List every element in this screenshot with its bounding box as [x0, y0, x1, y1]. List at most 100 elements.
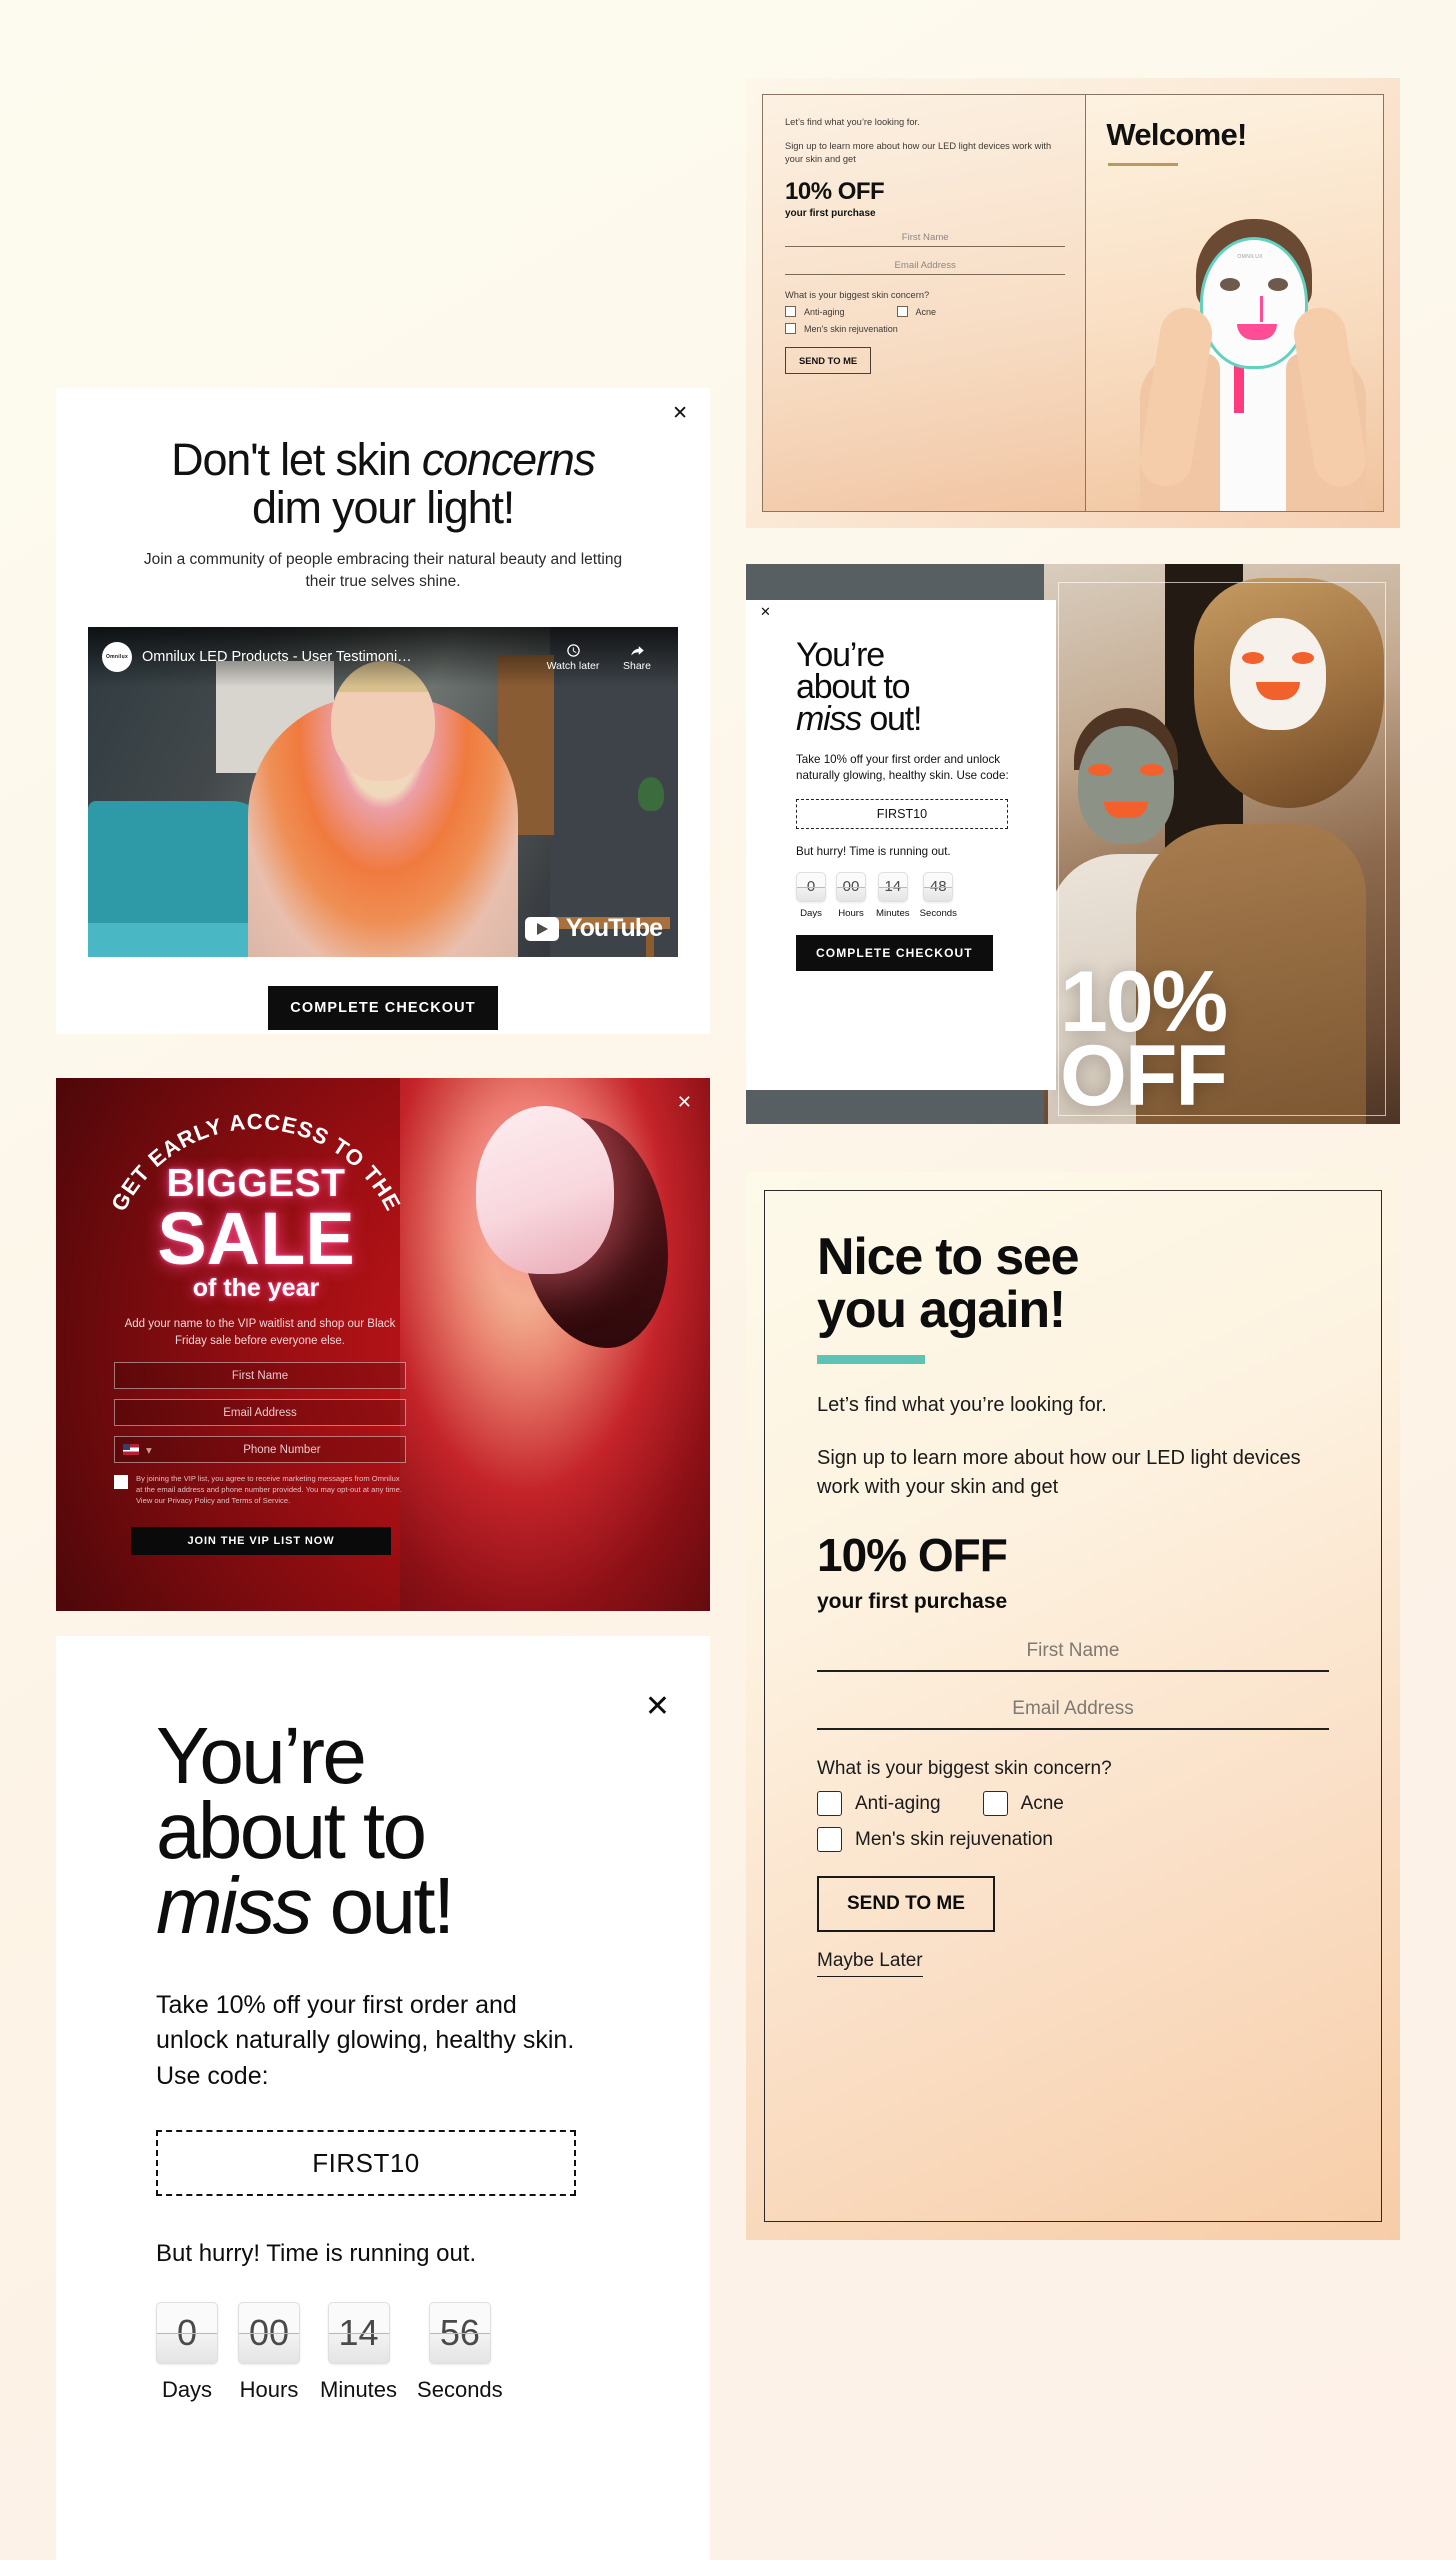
skin-concern-row-2: Men's skin rejuvenation: [817, 1827, 1329, 1853]
label-anti-aging: Anti-aging: [804, 306, 845, 317]
consent-checkbox[interactable]: [114, 1475, 128, 1489]
headline-line-3: out!: [310, 1861, 456, 1951]
label-mens-rejuvenation: Men's skin rejuvenation: [804, 323, 898, 334]
email-input[interactable]: Email Address: [817, 1698, 1329, 1731]
video-top-bar: Omnilux Omnilux LED Products - User Test…: [88, 627, 678, 687]
countdown-timer: 0 Days 00 Hours 14 Minutes 56 Seconds: [156, 2302, 710, 2403]
countdown-value: 00: [238, 2302, 300, 2365]
omnilux-logo: OMNILUX: [1237, 254, 1263, 260]
countdown-label: Hours: [239, 2377, 299, 2403]
mask-eye-right: [1268, 278, 1289, 291]
close-icon[interactable]: ✕: [672, 404, 688, 423]
checkbox-acne[interactable]: [982, 1791, 1008, 1817]
mask-strap: [1234, 361, 1245, 413]
email-input[interactable]: Email Address: [785, 260, 1066, 276]
send-to-me-button[interactable]: SEND TO ME: [785, 347, 872, 375]
watch-later-button[interactable]: Watch later: [546, 643, 600, 672]
close-icon[interactable]: ✕: [645, 1692, 670, 1722]
play-icon: [524, 916, 559, 941]
countdown-label: Seconds: [919, 907, 957, 919]
complete-checkout-button[interactable]: COMPLETE CHECKOUT: [796, 934, 993, 971]
channel-avatar[interactable]: Omnilux: [102, 642, 132, 672]
first-name-input[interactable]: First Name: [785, 232, 1066, 248]
headline-line-1: Nice to see: [817, 1228, 1080, 1286]
close-icon[interactable]: ✕: [677, 1092, 692, 1113]
video-title[interactable]: Omnilux LED Products - User Testimoni…: [142, 649, 536, 665]
accent-underline: [817, 1355, 925, 1365]
promo-code-box[interactable]: FIRST10: [796, 798, 1008, 829]
complete-checkout-button[interactable]: COMPLETE CHECKOUT: [268, 986, 498, 1030]
countdown-value: 14: [327, 2302, 390, 2365]
welcome-popup: Let’s find what you’re looking for. Sign…: [746, 78, 1400, 528]
missout-popup-large: ✕ You’re about to miss out! Take 10% off…: [56, 1636, 710, 2560]
subheading: Join a community of people embracing the…: [143, 551, 623, 591]
skin-concern-question: What is your biggest skin concern?: [817, 1758, 1112, 1780]
welcome-image-pane: Welcome! OMNILUX: [1085, 95, 1383, 511]
countdown-unit: 14 Minutes: [876, 871, 910, 919]
headline-emphasis: miss: [796, 699, 862, 738]
countdown-label: Minutes: [876, 907, 910, 919]
intro-text: Let’s find what you’re looking for.: [785, 117, 920, 127]
send-to-me-button[interactable]: SEND TO ME: [817, 1876, 995, 1933]
countdown-label: Seconds: [417, 2377, 503, 2403]
offer-body-text: Take 10% off your first order and unlock…: [156, 1990, 575, 2090]
skin-concern-row-1: Anti-aging Acne: [817, 1791, 1329, 1817]
maybe-later-link[interactable]: Maybe Later: [817, 1950, 923, 1978]
video-bg-plant: [638, 777, 664, 811]
missout-form-panel: You’re about to miss out! Take 10% off y…: [746, 600, 1056, 1090]
countdown-label: Minutes: [320, 2377, 398, 2403]
checkbox-anti-aging[interactable]: [785, 306, 796, 318]
testimonial-popup: ✕ Don't let skin concerns dim your light…: [56, 388, 710, 1034]
signup-text: Sign up to learn more about how our LED …: [817, 1447, 1301, 1499]
headline-line-2: you again!: [817, 1281, 1066, 1340]
headline-emphasis: concerns: [421, 434, 596, 485]
mask-mouth: [1237, 324, 1278, 340]
discount-headline: 10% OFF: [785, 178, 885, 206]
discount-headline: 10% OFF: [817, 1529, 1008, 1582]
share-arrow-icon: [630, 645, 644, 655]
offer-body-text: Take 10% off your first order and unlock…: [796, 752, 1009, 783]
label-anti-aging: Anti-aging: [855, 1792, 941, 1814]
email-input[interactable]: Email Address: [114, 1399, 406, 1426]
nice-inner-frame: Nice to see you again! Let’s find what y…: [764, 1190, 1382, 2222]
headline-text-a: Don't let skin: [171, 434, 422, 485]
skin-concern-row-1: Anti-aging Acne: [785, 306, 1065, 318]
model-illustration: OMNILUX: [1136, 211, 1371, 511]
vip-sale-popup: ✕ GET EARLY ACCESS TO THE BIGGEST SALE o…: [56, 1078, 710, 1611]
clock-icon: [566, 643, 580, 657]
mask-eye-left: [1220, 278, 1241, 291]
first-name-input[interactable]: First Name: [114, 1362, 406, 1389]
countdown-label: Hours: [838, 907, 864, 919]
headline-line-3: out!: [861, 699, 922, 738]
led-mask-product: OMNILUX: [1200, 237, 1309, 369]
youtube-logo: YouTube: [524, 914, 663, 943]
checkbox-acne[interactable]: [896, 306, 908, 318]
checkbox-anti-aging[interactable]: [817, 1791, 842, 1817]
skin-concern-row-2: Men's skin rejuvenation: [785, 323, 1065, 335]
phone-input[interactable]: ▾ Phone Number: [114, 1436, 406, 1463]
join-vip-list-button[interactable]: JOIN THE VIP LIST NOW: [131, 1527, 391, 1555]
page-title: Don't let skin concerns dim your light!: [90, 436, 676, 531]
urgency-text: But hurry! Time is running out.: [156, 2240, 477, 2268]
promo-code-box[interactable]: FIRST10: [156, 2130, 576, 2197]
countdown-value: 00: [836, 871, 866, 902]
consent-row[interactable]: By joining the VIP list, you agree to re…: [114, 1474, 406, 1506]
share-button[interactable]: Share: [610, 643, 664, 672]
close-icon[interactable]: ✕: [760, 604, 771, 620]
first-name-input[interactable]: First Name: [817, 1640, 1329, 1673]
headline-text-b: dim your light!: [251, 481, 515, 533]
label-mens-rejuvenation: Men's skin rejuvenation: [855, 1828, 1053, 1850]
checkbox-mens-rejuvenation[interactable]: [785, 323, 796, 335]
youtube-video-embed[interactable]: Omnilux Omnilux LED Products - User Test…: [88, 627, 678, 957]
discount-subtext: your first purchase: [785, 208, 876, 220]
us-flag-icon: [123, 1444, 139, 1455]
sale-description: Add your name to the VIP waitlist and sh…: [124, 1318, 396, 1348]
sale-headline-of-the-year: of the year: [192, 1274, 320, 1302]
welcome-form-pane: Let’s find what you’re looking for. Sign…: [763, 95, 1086, 511]
countdown-value: 0: [796, 871, 826, 902]
countdown-timer: 0 Days 00 Hours 14 Minutes 48 Seconds: [796, 871, 1034, 919]
checkbox-mens-rejuvenation[interactable]: [817, 1827, 842, 1853]
label-acne: Acne: [1020, 1792, 1064, 1814]
countdown-label: Days: [800, 907, 822, 919]
signup-text: Sign up to learn more about how our LED …: [785, 141, 1052, 165]
